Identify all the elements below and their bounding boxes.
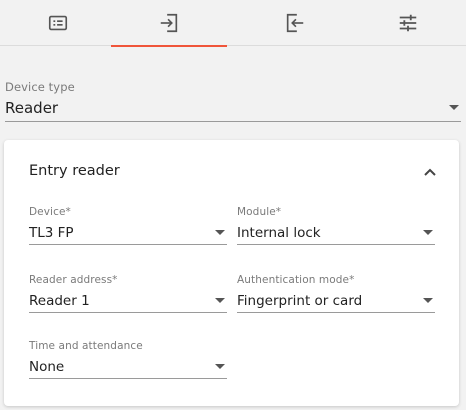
reader-address-select[interactable]: Reader 1: [29, 289, 227, 313]
module-label: Module*: [237, 206, 282, 218]
tab-entry[interactable]: [111, 0, 227, 47]
dropdown-caret-icon: [423, 229, 433, 235]
exit-arrow-icon: [286, 13, 304, 33]
device-value: TL3 FP: [29, 224, 74, 241]
sliders-icon: [399, 14, 417, 32]
tab-settings[interactable]: [350, 0, 466, 46]
tab-bar: [0, 0, 466, 47]
reader-address-field: Reader address* Reader 1: [29, 274, 227, 313]
device-type-select[interactable]: Reader: [5, 94, 461, 122]
device-type-label: Device type: [5, 80, 75, 94]
tab-general[interactable]: [0, 0, 116, 46]
tab-exit[interactable]: [237, 0, 353, 46]
reader-address-value: Reader 1: [29, 292, 90, 309]
chevron-up-icon[interactable]: [422, 165, 438, 179]
dropdown-caret-icon: [215, 363, 225, 369]
dropdown-caret-icon: [215, 297, 225, 303]
module-field: Module* Internal lock: [237, 206, 435, 245]
time-attendance-field: Time and attendance None: [29, 340, 227, 379]
card-title: Entry reader: [29, 163, 120, 179]
time-attendance-label: Time and attendance: [29, 340, 143, 352]
device-label: Device*: [29, 206, 71, 218]
time-attendance-select[interactable]: None: [29, 355, 227, 379]
entry-reader-card: Entry reader Device* TL3 FP Module* Inte…: [4, 140, 459, 406]
reader-address-label: Reader address*: [29, 274, 118, 286]
device-type-field: Device type Reader: [5, 80, 461, 122]
authentication-mode-label: Authentication mode*: [237, 274, 355, 286]
device-type-value: Reader: [5, 98, 59, 117]
dropdown-caret-icon: [423, 297, 433, 303]
list-card-icon: [48, 15, 68, 31]
module-value: Internal lock: [237, 224, 321, 241]
authentication-mode-value: Fingerprint or card: [237, 292, 363, 309]
entry-arrow-icon: [160, 13, 178, 33]
device-select[interactable]: TL3 FP: [29, 221, 227, 245]
authentication-mode-select[interactable]: Fingerprint or card: [237, 289, 435, 313]
dropdown-caret-icon: [449, 104, 459, 110]
dropdown-caret-icon: [215, 229, 225, 235]
module-select[interactable]: Internal lock: [237, 221, 435, 245]
authentication-mode-field: Authentication mode* Fingerprint or card: [237, 274, 435, 313]
time-attendance-value: None: [29, 358, 65, 375]
device-field: Device* TL3 FP: [29, 206, 227, 245]
